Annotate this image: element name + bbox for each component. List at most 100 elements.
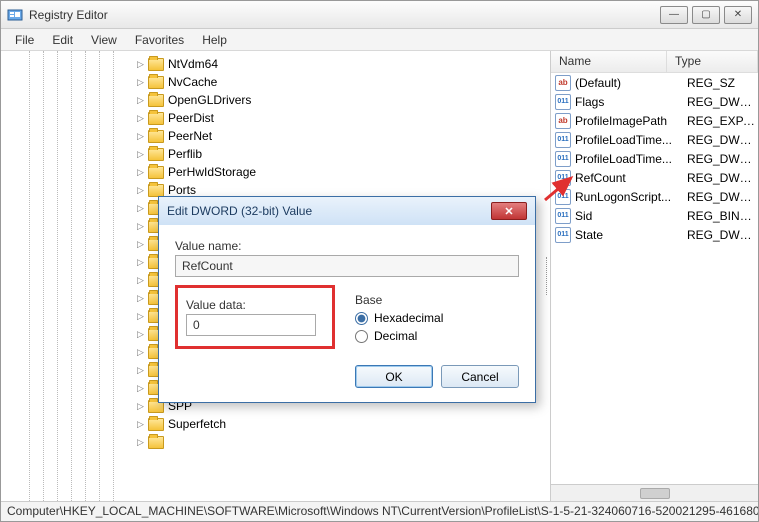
folder-icon	[148, 148, 164, 161]
tree-label: Superfetch	[168, 417, 226, 431]
menu-help[interactable]: Help	[194, 31, 235, 49]
col-name[interactable]: Name	[551, 51, 667, 72]
expander-icon[interactable]: ▷	[135, 239, 146, 250]
radio-hex-input[interactable]	[355, 312, 368, 325]
tree-label: NtVdm64	[168, 57, 218, 71]
value-type-icon: 011	[555, 94, 571, 110]
value-name: ProfileLoadTime...	[575, 133, 687, 147]
folder-icon	[148, 58, 164, 71]
value-data-field[interactable]	[186, 314, 316, 336]
expander-icon[interactable]: ▷	[135, 95, 146, 106]
value-name: Sid	[575, 209, 687, 223]
expander-icon[interactable]: ▷	[135, 203, 146, 214]
expander-icon[interactable]: ▷	[135, 77, 146, 88]
list-header: Name Type	[551, 51, 758, 73]
value-type-icon: ab	[555, 113, 571, 129]
tree-label: Ports	[168, 183, 196, 197]
ok-button[interactable]: OK	[355, 365, 433, 388]
horizontal-scrollbar[interactable]	[551, 484, 758, 501]
tree-label: NvCache	[168, 75, 217, 89]
menu-view[interactable]: View	[83, 31, 125, 49]
value-row[interactable]: 011 ProfileLoadTime...REG_DWORD	[551, 130, 758, 149]
value-type-icon: 011	[555, 227, 571, 243]
expander-icon[interactable]: ▷	[135, 59, 146, 70]
expander-icon[interactable]: ▷	[135, 185, 146, 196]
tree-item[interactable]: ▷ Superfetch	[25, 415, 550, 433]
folder-icon	[148, 112, 164, 125]
value-row[interactable]: 011 SidREG_BINARY	[551, 206, 758, 225]
tree-item[interactable]: ▷PeerNet	[25, 127, 550, 145]
value-name: RunLogonScript...	[575, 190, 687, 204]
expander-icon[interactable]: ▷	[135, 275, 146, 286]
value-row[interactable]: 011FlagsREG_DWORD	[551, 92, 758, 111]
scrollbar-thumb[interactable]	[640, 488, 670, 499]
value-row[interactable]: ab(Default)REG_SZ	[551, 73, 758, 92]
tree-item[interactable]: ▷ Perflib	[25, 145, 550, 163]
base-group: Base Hexadecimal Decimal	[355, 285, 443, 349]
expander-icon[interactable]: ▷	[135, 167, 146, 178]
status-bar: Computer\HKEY_LOCAL_MACHINE\SOFTWARE\Mic…	[1, 501, 758, 521]
value-name: ProfileImagePath	[575, 114, 687, 128]
menu-file[interactable]: File	[7, 31, 42, 49]
value-row[interactable]: 011StateREG_DWORD	[551, 225, 758, 244]
tree-item[interactable]: ▷ OpenGLDrivers	[25, 91, 550, 109]
tree-label: PeerDist	[168, 111, 214, 125]
close-button[interactable]: ✕	[724, 6, 752, 24]
value-type: REG_BINARY	[687, 209, 758, 223]
dialog-titlebar[interactable]: Edit DWORD (32-bit) Value ✕	[159, 197, 535, 225]
values-pane[interactable]: Name Type ab(Default)REG_SZ 011 Flags REG_D…	[551, 51, 758, 501]
expander-icon[interactable]: ▷	[135, 329, 146, 340]
col-type[interactable]: Type	[667, 51, 758, 72]
expander-icon[interactable]: ▷	[135, 113, 146, 124]
tree-item[interactable]: ▷PerHwIdStorage	[25, 163, 550, 181]
value-name-label: Value name:	[175, 239, 519, 253]
tree-item[interactable]: ▷ PeerDist	[25, 109, 550, 127]
expander-icon[interactable]: ▷	[135, 347, 146, 358]
expander-icon[interactable]: ▷	[135, 293, 146, 304]
expander-icon[interactable]: ▷	[135, 419, 146, 430]
folder-icon	[148, 436, 164, 449]
dialog-body: Value name: Value data: Base Hexadecimal…	[159, 225, 535, 402]
tree-item[interactable]: ▷ NtVdm64	[25, 55, 550, 73]
list-body: ab(Default)REG_SZ 011 Flags REG_DWORD ab Prof…	[551, 73, 758, 244]
value-name-field[interactable]	[175, 255, 519, 277]
cancel-button[interactable]: Cancel	[441, 365, 519, 388]
radio-decimal[interactable]: Decimal	[355, 329, 443, 343]
menu-edit[interactable]: Edit	[44, 31, 81, 49]
value-name: ProfileLoadTime...	[575, 152, 687, 166]
folder-icon	[148, 166, 164, 179]
value-row[interactable]: 011RunLogonScript...REG_DWORD	[551, 187, 758, 206]
window-buttons: — ▢ ✕	[660, 6, 752, 24]
value-type-icon: 011	[555, 132, 571, 148]
menu-favorites[interactable]: Favorites	[127, 31, 192, 49]
expander-icon[interactable]: ▷	[135, 437, 146, 448]
expander-icon[interactable]: ▷	[135, 311, 146, 322]
radio-hex-label: Hexadecimal	[374, 311, 443, 325]
tree-item[interactable]: ▷ NvCache	[25, 73, 550, 91]
expander-icon[interactable]: ▷	[135, 149, 146, 160]
expander-icon[interactable]: ▷	[135, 131, 146, 142]
folder-icon	[148, 76, 164, 89]
minimize-button[interactable]: —	[660, 6, 688, 24]
radio-hexadecimal[interactable]: Hexadecimal	[355, 311, 443, 325]
expander-icon[interactable]: ▷	[135, 221, 146, 232]
value-data-label: Value data:	[186, 298, 324, 312]
dialog-close-button[interactable]: ✕	[491, 202, 527, 220]
value-type-icon: 011	[555, 189, 571, 205]
expander-icon[interactable]: ▷	[135, 383, 146, 394]
expander-icon[interactable]: ▷	[135, 401, 146, 412]
value-row[interactable]: 011ProfileLoadTime...REG_DWORD	[551, 149, 758, 168]
tree-label: OpenGLDrivers	[168, 93, 251, 107]
value-row[interactable]: ab ProfileImagePathREG_EXPAND_SZ	[551, 111, 758, 130]
expander-icon[interactable]: ▷	[135, 365, 146, 376]
expander-icon[interactable]: ▷	[135, 257, 146, 268]
value-name: Flags	[575, 95, 687, 109]
value-row[interactable]: 011RefCountREG_DWORD	[551, 168, 758, 187]
maximize-button[interactable]: ▢	[692, 6, 720, 24]
value-type-icon: 011	[555, 208, 571, 224]
value-type: REG_DWORD	[687, 133, 758, 147]
radio-dec-input[interactable]	[355, 330, 368, 343]
tree-label: Perflib	[168, 147, 202, 161]
tree-item[interactable]: ▷	[25, 433, 550, 451]
value-type: REG_EXPAND_SZ	[687, 114, 758, 128]
